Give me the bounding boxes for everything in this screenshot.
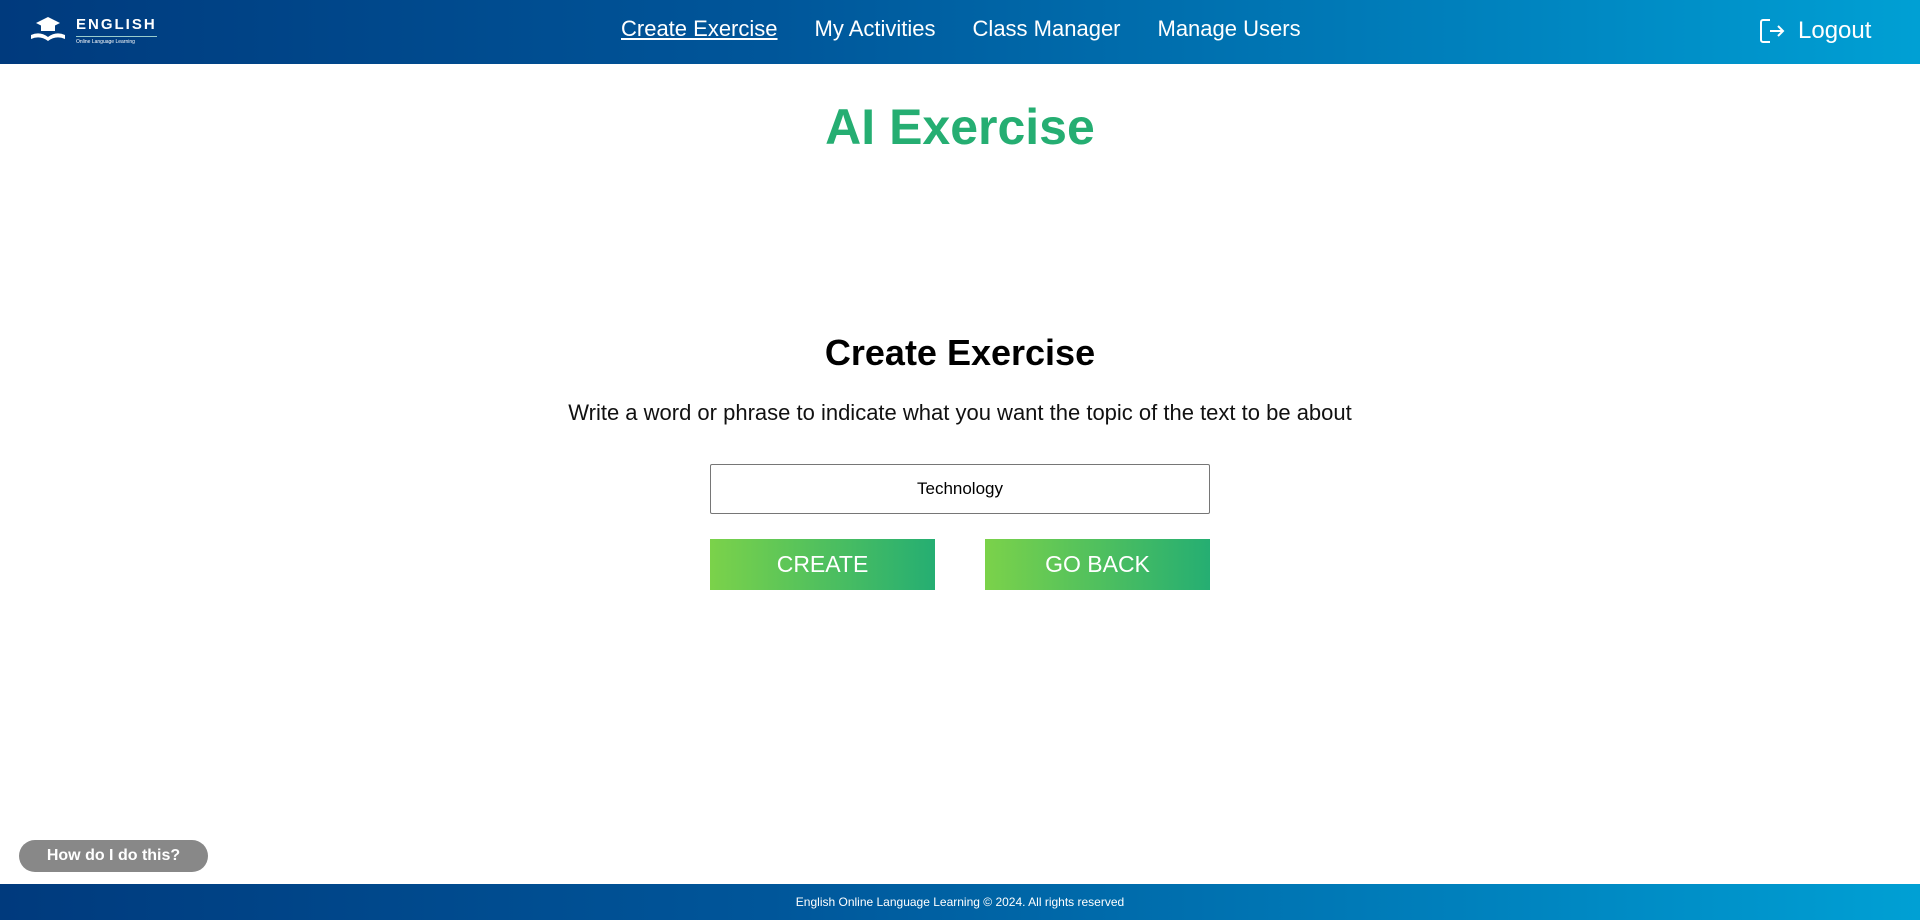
top-navbar: ENGLISH Online Language Learning Create … (0, 0, 1920, 64)
logout-icon (1760, 19, 1785, 43)
logo-title: ENGLISH (76, 15, 157, 33)
logout-label: Logout (1798, 17, 1872, 44)
nav-my-activities[interactable]: My Activities (815, 16, 936, 42)
nav-class-manager[interactable]: Class Manager (973, 16, 1121, 42)
topic-input[interactable] (710, 464, 1210, 514)
footer: English Online Language Learning © 2024.… (0, 884, 1920, 920)
help-button[interactable]: How do I do this? (19, 840, 208, 872)
nav-create-exercise[interactable]: Create Exercise (621, 16, 778, 42)
logo-subtitle: Online Language Learning (76, 35, 157, 45)
section-heading: Create Exercise (824, 332, 1096, 373)
create-button[interactable]: CREATE (710, 539, 935, 590)
instructions-text: Write a word or phrase to indicate what … (568, 400, 1352, 425)
logo[interactable]: ENGLISH Online Language Learning (28, 12, 168, 48)
nav-manage-users[interactable]: Manage Users (1158, 16, 1301, 42)
logout-button[interactable]: Logout (1758, 17, 1871, 45)
main-nav: Create Exercise My Activities Class Mana… (621, 16, 1301, 42)
graduation-book-icon (31, 17, 65, 41)
footer-text: English Online Language Learning © 2024.… (795, 895, 1125, 909)
page-title: AI Exercise (825, 99, 1095, 155)
go-back-button[interactable]: GO BACK (985, 539, 1210, 590)
